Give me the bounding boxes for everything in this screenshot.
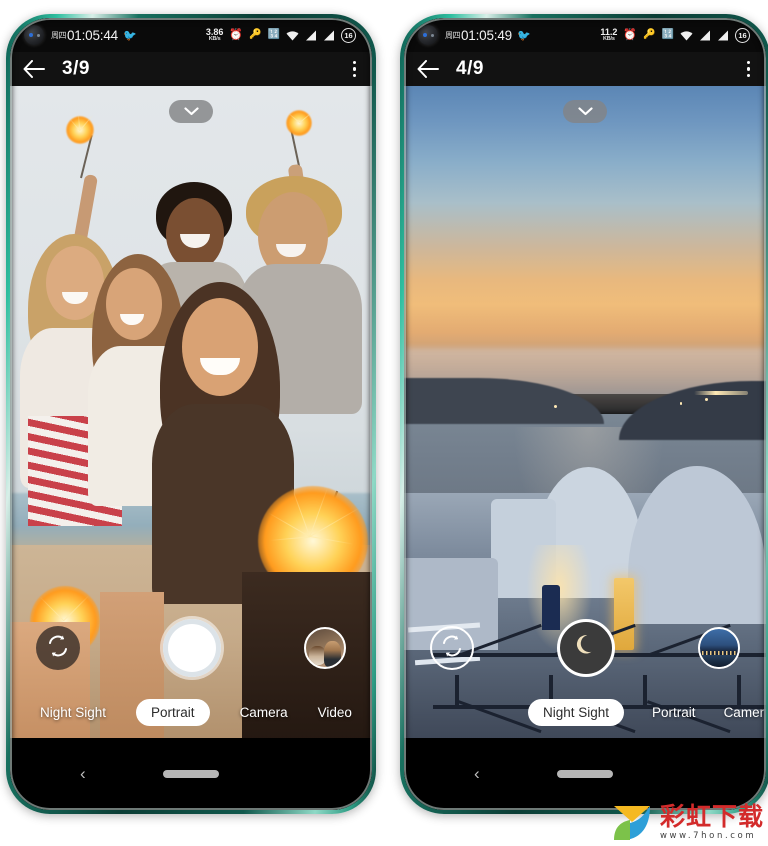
shutter-button-right[interactable] [557, 619, 615, 677]
bird-icon: 🐦 [516, 29, 531, 42]
alarm-icon: ⏰ [623, 28, 638, 41]
key-icon: 🔑 [643, 29, 656, 40]
page-counter-right: 4/9 [456, 58, 484, 79]
photo-viewport-right[interactable]: Night Sight Portrait Camer [404, 86, 766, 742]
watermark-url: www.7hon.com [659, 830, 757, 841]
status-icons-right: 11.2 KB/s ⏰ 🔑 🔢 16 [600, 27, 750, 43]
signal-icon [323, 30, 335, 41]
alarm-icon: ⏰ [229, 28, 244, 41]
network-speed-unit: KB/s [603, 35, 615, 42]
phone-device-right: 周四 01:05:49 🐦 11.2 KB/s ⏰ 🔑 🔢 16 4/9 Nig… [400, 14, 768, 814]
camera-mode-strip-right: Night Sight Portrait Camer [404, 699, 766, 726]
overflow-menu-icon[interactable] [746, 60, 750, 78]
shutter-button-left[interactable] [163, 619, 221, 677]
nav-bar-left: ‹ [10, 738, 372, 810]
status-time-label: 01:05:44 [67, 27, 118, 43]
watermark-text: 彩虹下载 www.7hon.com [660, 804, 764, 841]
watermark-brand: 彩虹下载 [659, 801, 764, 831]
mode-video[interactable]: Video [318, 705, 352, 720]
status-day-label: 周四 [445, 30, 461, 40]
flip-camera-icon [440, 634, 464, 663]
moon-icon [572, 632, 600, 665]
photo-thumbnail-right[interactable] [698, 627, 740, 669]
chevron-down-icon [183, 103, 199, 121]
wifi-icon [680, 30, 693, 41]
camera-controls-left [10, 616, 372, 680]
status-bar-left: 周四 01:05:44 🐦 3.86 KB/s ⏰ 🔑 🔢 16 [10, 18, 372, 52]
chevron-down-icon [577, 103, 593, 121]
mode-portrait[interactable]: Portrait [652, 705, 696, 720]
flip-camera-button-right[interactable] [430, 626, 474, 670]
signal-icon [717, 30, 729, 41]
phone-screen-right: 周四 01:05:49 🐦 11.2 KB/s ⏰ 🔑 🔢 16 4/9 Nig… [404, 18, 766, 810]
nav-home-pill[interactable] [557, 770, 613, 778]
phone-device-left: 周四 01:05:44 🐦 3.86 KB/s ⏰ 🔑 🔢 16 3/9 Nig… [6, 14, 376, 814]
rainbow-logo-icon [610, 800, 654, 844]
nav-home-pill[interactable] [163, 770, 219, 778]
vpn-icon: 🔢 [661, 29, 674, 40]
status-bar-right: 周四 01:05:49 🐦 11.2 KB/s ⏰ 🔑 🔢 16 [404, 18, 766, 52]
mode-camera[interactable]: Camera [240, 705, 288, 720]
overflow-menu-icon[interactable] [352, 60, 356, 78]
collapse-pill-right[interactable] [563, 100, 607, 123]
collapse-pill-left[interactable] [169, 100, 213, 123]
app-bar-right: 4/9 [404, 52, 766, 86]
bird-icon: 🐦 [122, 29, 137, 42]
camera-mode-strip-left: Night Sight Portrait Camera Video [10, 699, 372, 726]
wifi-icon [286, 30, 299, 41]
network-speed-unit: KB/s [208, 35, 221, 42]
photo-thumbnail-left[interactable] [304, 627, 346, 669]
signal-icon [305, 30, 317, 41]
network-speed-indicator: 11.2 KB/s [600, 27, 617, 43]
key-icon: 🔑 [249, 29, 262, 40]
network-speed-indicator: 3.86 KB/s [206, 27, 224, 43]
status-icons-left: 3.86 KB/s ⏰ 🔑 🔢 16 [206, 27, 356, 43]
back-arrow-icon[interactable] [22, 57, 46, 81]
nav-back-icon[interactable]: ‹ [474, 764, 480, 784]
battery-indicator: 16 [735, 27, 750, 43]
front-camera-punch-hole [418, 25, 438, 45]
page-counter-left: 3/9 [62, 58, 90, 79]
vpn-icon: 🔢 [267, 29, 280, 40]
status-time-label: 01:05:49 [461, 27, 512, 43]
mode-night-sight[interactable]: Night Sight [40, 705, 106, 720]
mode-portrait[interactable]: Portrait [136, 699, 210, 726]
camera-controls-right [404, 616, 766, 680]
site-watermark: 彩虹下载 www.7hon.com [610, 800, 764, 844]
app-bar-left: 3/9 [10, 52, 372, 86]
signal-icon [699, 30, 711, 41]
flip-camera-icon [46, 634, 70, 663]
front-camera-punch-hole [24, 25, 44, 45]
battery-indicator: 16 [341, 27, 356, 43]
phone-screen-left: 周四 01:05:44 🐦 3.86 KB/s ⏰ 🔑 🔢 16 3/9 Nig… [10, 18, 372, 810]
status-day-label: 周四 [51, 30, 67, 40]
back-arrow-icon[interactable] [416, 57, 440, 81]
nav-back-icon[interactable]: ‹ [80, 764, 86, 784]
flip-camera-button-left[interactable] [36, 626, 80, 670]
mode-night-sight[interactable]: Night Sight [528, 699, 625, 726]
mode-camera[interactable]: Camer [724, 705, 765, 720]
photo-viewport-left[interactable]: Night Sight Portrait Camera Video [10, 86, 372, 742]
screenshot-stage: 周四 01:05:44 🐦 3.86 KB/s ⏰ 🔑 🔢 16 3/9 Nig… [0, 0, 768, 846]
